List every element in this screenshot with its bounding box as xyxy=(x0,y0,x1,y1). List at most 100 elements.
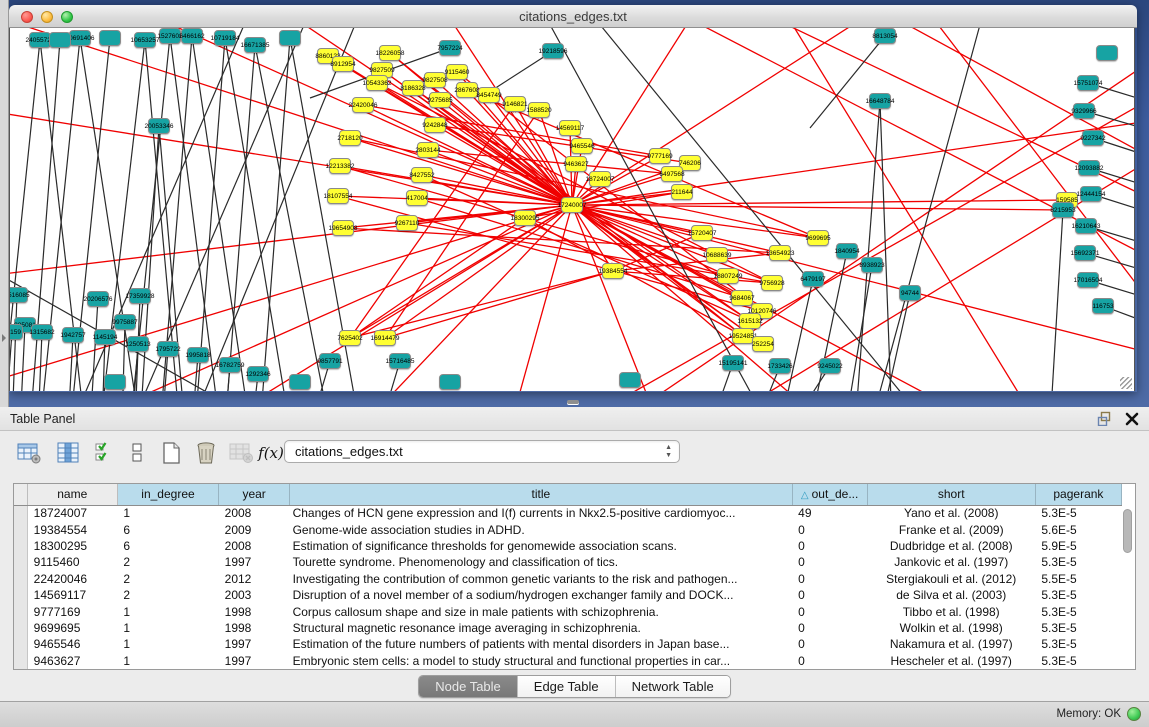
graph-node[interactable]: 1250513 xyxy=(127,336,149,352)
graph-node[interactable]: 16648784 xyxy=(869,93,891,109)
graph-node[interactable]: 9684067 xyxy=(731,290,753,306)
table-row[interactable]: 946554611997Estimation of the future num… xyxy=(14,636,1122,652)
graph-node[interactable]: 20206576 xyxy=(87,291,109,307)
graph-node[interactable]: 2803144 xyxy=(417,142,439,158)
graph-node[interactable]: 9463627 xyxy=(565,156,587,172)
graph-node[interactable]: 1315682 xyxy=(31,324,53,340)
column-header-short[interactable]: short xyxy=(867,484,1035,505)
graph-node[interactable]: 2718120 xyxy=(339,130,361,146)
graph-node[interactable]: 20691406 xyxy=(69,30,91,46)
graph-node[interactable]: 417004 xyxy=(406,190,428,206)
table-cell[interactable]: 2008 xyxy=(219,538,290,554)
table-cell[interactable]: 0 xyxy=(792,620,867,636)
graph-edge[interactable] xyxy=(225,38,290,391)
graph-node[interactable]: 22420046 xyxy=(352,97,374,113)
table-cell[interactable]: 9777169 xyxy=(27,603,117,619)
graph-node[interactable]: 15751074 xyxy=(1077,75,1099,91)
graph-edge[interactable] xyxy=(570,88,1135,391)
graph-node[interactable] xyxy=(619,372,641,388)
table-cell[interactable]: Tourette syndrome. Phenomenology and cla… xyxy=(290,554,793,570)
graph-edge[interactable] xyxy=(38,332,42,391)
graph-node[interactable]: 18107554 xyxy=(327,188,349,204)
graph-edge[interactable] xyxy=(710,148,1135,391)
graph-node[interactable]: 12213382 xyxy=(329,158,351,174)
graph-edge[interactable] xyxy=(68,335,73,391)
graph-node[interactable]: 9242848 xyxy=(424,117,446,133)
graph-node[interactable]: 9245022 xyxy=(819,358,841,374)
graph-node[interactable]: 18226058 xyxy=(379,45,401,61)
graph-edge[interactable] xyxy=(10,332,12,391)
graph-node[interactable]: 15195141 xyxy=(722,355,744,371)
show-columns-icon[interactable] xyxy=(55,439,81,467)
graph-node[interactable]: 9146821 xyxy=(504,96,526,112)
table-cell[interactable]: 2009 xyxy=(219,521,290,537)
graph-node[interactable]: 12444154 xyxy=(1080,186,1102,202)
table-cell[interactable]: 2 xyxy=(117,571,218,587)
graph-node[interactable]: 10543362 xyxy=(366,75,388,91)
graph-node[interactable]: 17240007 xyxy=(561,197,583,213)
select-columns-icon[interactable] xyxy=(92,439,118,467)
graph-edge[interactable] xyxy=(10,205,572,278)
graph-node[interactable]: 211644 xyxy=(671,184,693,200)
table-cell[interactable]: Tibbo et al. (1998) xyxy=(867,603,1035,619)
table-cell[interactable]: 18300295 xyxy=(27,538,117,554)
table-cell[interactable]: Genome-wide association studies in ADHD. xyxy=(290,521,793,537)
graph-edge[interactable] xyxy=(572,205,1063,210)
table-row[interactable]: 946362711997Embryonic stem cells: a mode… xyxy=(14,653,1122,669)
graph-edge[interactable] xyxy=(90,299,98,391)
table-cell[interactable]: 5.3E-5 xyxy=(1035,653,1121,669)
table-cell[interactable]: Jankovic et al. (1997) xyxy=(867,554,1035,570)
graph-node[interactable]: 24055724 xyxy=(29,32,51,48)
table-cell[interactable]: 0 xyxy=(792,603,867,619)
table-cell[interactable]: 0 xyxy=(792,521,867,537)
table-cell[interactable]: 14569117 xyxy=(27,587,117,603)
graph-node[interactable]: 1588520 xyxy=(528,102,550,118)
graph-node[interactable]: 6466162 xyxy=(181,28,203,44)
graph-node[interactable]: 94744 xyxy=(899,285,921,301)
graph-node[interactable]: 19384554 xyxy=(602,263,624,279)
row-height-icon[interactable] xyxy=(124,439,150,467)
graph-node[interactable]: 9699695 xyxy=(807,230,829,246)
graph-node[interactable]: 18300295 xyxy=(514,210,536,226)
table-cell[interactable]: 1998 xyxy=(219,603,290,619)
graph-edge[interactable] xyxy=(195,38,225,391)
graph-node[interactable]: 9827508 xyxy=(424,72,446,88)
splitter-handle[interactable] xyxy=(567,400,579,404)
graph-node[interactable]: 8813054 xyxy=(874,28,896,44)
table-cell[interactable]: 49 xyxy=(792,505,867,521)
graph-node[interactable]: 6497568 xyxy=(661,166,683,182)
table-cell[interactable]: 5.3E-5 xyxy=(1035,603,1121,619)
table-cell[interactable]: Franke et al. (2009) xyxy=(867,521,1035,537)
graph-node[interactable]: 9267110 xyxy=(396,215,418,231)
graph-node[interactable]: 9756928 xyxy=(761,275,783,291)
table-cell[interactable]: 5.5E-5 xyxy=(1035,571,1121,587)
table-cell[interactable]: Yano et al. (2008) xyxy=(867,505,1035,521)
table-cell[interactable]: Wolkin et al. (1998) xyxy=(867,620,1035,636)
table-row[interactable]: 977716911998Corpus callosum shape and si… xyxy=(14,603,1122,619)
tab-network-table[interactable]: Network Table xyxy=(616,676,730,697)
graph-node[interactable]: 8912954 xyxy=(332,56,354,72)
graph-node[interactable]: 13654923 xyxy=(769,245,791,261)
table-cell[interactable]: Structural magnetic resonance image aver… xyxy=(290,620,793,636)
graph-edge[interactable] xyxy=(572,205,750,321)
table-cell[interactable]: 5.3E-5 xyxy=(1035,587,1121,603)
graph-edge[interactable] xyxy=(845,265,872,391)
table-cell[interactable]: 6 xyxy=(117,521,218,537)
graph-node[interactable]: 1942757 xyxy=(62,327,84,343)
table-cell[interactable]: de Silva et al. (2003) xyxy=(867,587,1035,603)
table-cell[interactable]: 1 xyxy=(117,653,218,669)
graph-node[interactable]: 8427552 xyxy=(411,167,433,183)
tab-edge-table[interactable]: Edge Table xyxy=(518,676,616,697)
graph-node[interactable]: 1795722 xyxy=(157,341,179,357)
new-table-icon[interactable] xyxy=(158,439,184,467)
table-cell[interactable]: 0 xyxy=(792,653,867,669)
table-cell[interactable]: 9115460 xyxy=(27,554,117,570)
float-panel-icon[interactable] xyxy=(1097,411,1113,431)
table-cell[interactable]: 1997 xyxy=(219,636,290,652)
table-row[interactable]: 969969511998Structural magnetic resonanc… xyxy=(14,620,1122,636)
graph-node[interactable]: 16914479 xyxy=(374,330,396,346)
table-cell[interactable]: 5.9E-5 xyxy=(1035,538,1121,554)
graph-node[interactable]: 1995818 xyxy=(187,347,209,363)
graph-node[interactable] xyxy=(1096,45,1118,61)
table-selector-dropdown[interactable]: citations_edges.txt ▲▼ xyxy=(284,440,680,463)
